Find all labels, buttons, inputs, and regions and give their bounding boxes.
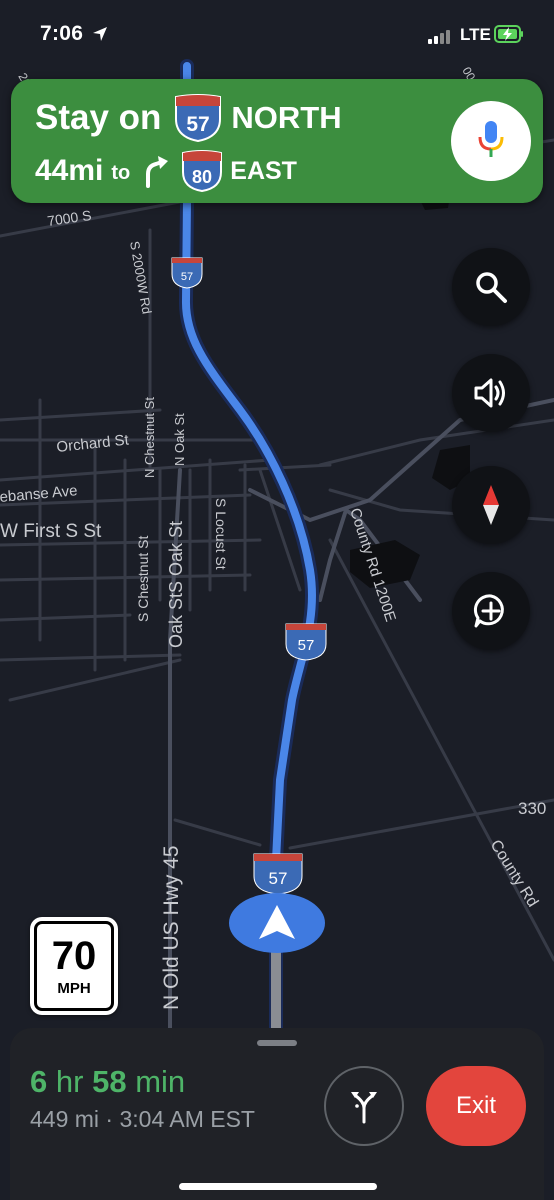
add-report-button[interactable] [452,572,530,650]
next-shield-number: 80 [192,167,212,187]
battery-charging-icon [494,25,523,43]
street-label-chestnut-s: S Chestnut St [135,536,151,622]
network-label: LTE [460,25,491,44]
speaker-icon [474,378,505,408]
trip-duration: 6 hr 58 min [30,1064,185,1100]
route-fork-icon [351,1092,377,1124]
street-label-oak-s: Oak StS Oak St [166,521,186,648]
alternate-routes-button[interactable] [324,1066,404,1146]
search-icon [476,272,507,303]
route-shield-number: 57 [181,271,193,283]
duration-minutes-unit: min [135,1064,186,1099]
compass-icon [483,485,499,525]
speed-limit-unit: MPH [57,979,91,997]
home-indicator[interactable] [179,1183,377,1190]
interstate-shield-icon: 80 [182,150,223,193]
location-arrow-icon [93,27,107,41]
exit-navigation-button[interactable]: Exit [426,1066,526,1146]
street-label-locust: S Locust St [213,498,229,570]
duration-hours: 6 [30,1064,48,1099]
compass-button[interactable] [452,466,530,544]
interstate-shield-number: 57 [187,113,210,136]
instruction-text: Stay on [35,98,162,137]
duration-hours-unit: hr [55,1064,84,1099]
current-location-puck [229,893,325,953]
route-shield-number: 57 [269,869,288,888]
primary-instruction: Stay on 57 NORTH [35,93,342,143]
sheet-drag-handle[interactable] [257,1040,297,1046]
distance-text: 44mi [35,154,104,187]
direction-text: NORTH [231,100,342,135]
sound-button[interactable] [452,354,530,432]
speed-limit-value: 70 [51,933,97,978]
slight-right-turn-icon [146,156,169,188]
voice-search-button[interactable] [451,101,531,181]
street-label-330: 330 [518,799,546,818]
search-button[interactable] [452,248,530,326]
secondary-instruction: 44mi to 80 EAST [35,150,297,193]
status-bar: 7:06 LTE [0,0,554,66]
street-label-hwy45: N Old US Hwy 45 [160,845,183,1010]
route-shield: 57 [171,257,203,289]
street-label-first: W First S St [0,521,102,542]
route-shield: 57 [253,853,303,895]
navigation-banner[interactable]: Stay on 57 NORTH 44mi to 80 EAST [11,79,543,203]
route-shield-number: 57 [298,637,315,654]
speed-limit-sign: 70 MPH [30,917,118,1015]
duration-minutes: 58 [92,1064,127,1099]
street-label-oak-n: N Oak St [172,413,187,466]
street-label-chestnut-n: N Chestnut St [142,397,157,478]
trip-details: 449 mi · 3:04 AM EST [30,1106,255,1132]
signal-icon [428,28,454,44]
to-label: to [111,161,131,184]
interstate-shield-icon: 57 [175,94,222,143]
microphone-icon [478,121,504,157]
navigation-arrow-icon [259,905,295,939]
route-shield: 57 [285,623,327,661]
status-time: 7:06 [40,22,84,45]
next-direction-text: EAST [230,156,297,185]
add-report-icon [473,594,504,628]
